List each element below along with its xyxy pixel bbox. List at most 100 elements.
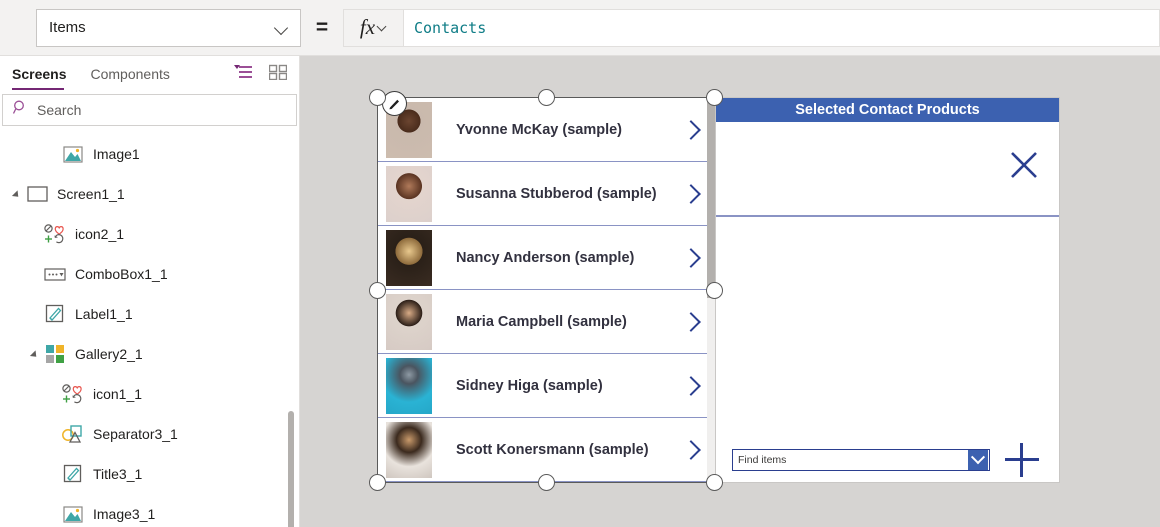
- chevron-right-icon[interactable]: [684, 439, 698, 461]
- combobox-icon: [44, 264, 66, 284]
- tree-item-label: Label1_1: [75, 306, 133, 322]
- chevron-down-icon: [276, 22, 288, 34]
- tree-item-label: Screen1_1: [57, 186, 125, 202]
- chevron-right-icon[interactable]: [684, 375, 698, 397]
- tree-view-icon[interactable]: [234, 64, 253, 85]
- contact-name: Sidney Higa (sample): [456, 377, 603, 394]
- tree-item-screen1_1[interactable]: Screen1_1: [0, 174, 299, 214]
- gallery-item[interactable]: Maria Campbell (sample): [378, 290, 716, 354]
- chevron-right-icon[interactable]: [684, 119, 698, 141]
- close-x-icon[interactable]: [1009, 150, 1039, 180]
- powerapps-studio: Items = fx Contacts Screens Components S…: [0, 0, 1160, 527]
- resize-handle-bottom-left[interactable]: [369, 474, 386, 491]
- icon-shapes-icon: [44, 224, 66, 244]
- resize-handle-bottom-center[interactable]: [538, 474, 555, 491]
- icon-shapes-icon: [62, 384, 84, 404]
- panel-body: Find items: [716, 122, 1059, 482]
- chevron-down-icon: [378, 23, 387, 32]
- contact-name: Nancy Anderson (sample): [456, 249, 635, 266]
- contact-avatar: [386, 421, 432, 478]
- twisty-expanded-icon[interactable]: [28, 346, 44, 362]
- image-icon: [62, 504, 84, 524]
- contact-name: Maria Campbell (sample): [456, 313, 627, 330]
- tab-components[interactable]: Components: [90, 56, 169, 92]
- tree-item-label: Image1: [93, 146, 140, 162]
- chevron-right-icon[interactable]: [684, 247, 698, 269]
- property-selector[interactable]: Items: [36, 8, 301, 47]
- sidebar-scrollbar-thumb[interactable]: [288, 411, 294, 527]
- gallery-item[interactable]: Susanna Stubberod (sample): [378, 162, 716, 226]
- tab-screens[interactable]: Screens: [12, 56, 66, 92]
- gallery-icon: [44, 344, 66, 364]
- tree-item-label: icon2_1: [75, 226, 125, 242]
- contact-name: Scott Konersmann (sample): [456, 441, 649, 458]
- plus-icon[interactable]: [1005, 443, 1039, 477]
- chevron-right-icon[interactable]: [684, 183, 698, 205]
- tree-item-label: Gallery2_1: [75, 346, 143, 362]
- gallery-item[interactable]: Sidney Higa (sample): [378, 354, 716, 418]
- tree-item-image3_1[interactable]: Image3_1: [0, 494, 299, 527]
- resize-handle-middle-left[interactable]: [369, 282, 386, 299]
- contact-avatar: [386, 293, 432, 350]
- tile-view-icon[interactable]: [268, 64, 288, 85]
- resize-handle-top-right[interactable]: [706, 89, 723, 106]
- tab-components-label: Components: [90, 66, 170, 82]
- tree-item-label: Title3_1: [93, 466, 143, 482]
- resize-handle-top-center[interactable]: [538, 89, 555, 106]
- contact-avatar: [386, 165, 432, 222]
- formula-input[interactable]: Contacts: [403, 8, 1160, 47]
- search-input[interactable]: Search: [2, 94, 297, 126]
- twisty-expanded-icon[interactable]: [10, 186, 26, 202]
- find-items-combobox[interactable]: Find items: [732, 449, 990, 471]
- tree-item-label: Image3_1: [93, 506, 156, 522]
- contact-name: Yvonne McKay (sample): [456, 121, 622, 138]
- formula-text: Contacts: [414, 18, 487, 37]
- component-tree: Image1 Screen1_1 icon2_1 ComboBox1_1 Label1_…: [0, 126, 299, 526]
- property-selector-value: Items: [49, 19, 86, 36]
- tree-item-gallery2_1[interactable]: Gallery2_1: [0, 334, 299, 374]
- tree-item-icon1_1[interactable]: icon1_1: [0, 374, 299, 414]
- equals-sign: =: [315, 15, 329, 39]
- sidebar-tabs: Screens Components: [0, 56, 299, 92]
- contact-avatar: [386, 357, 432, 414]
- gallery-control[interactable]: Yvonne McKay (sample) Susanna Stubberod (…: [377, 91, 717, 483]
- fx-button[interactable]: fx: [343, 8, 403, 47]
- resize-handle-top-left[interactable]: [369, 89, 386, 106]
- app-canvas: Yvonne McKay (sample) Susanna Stubberod (…: [300, 56, 1160, 527]
- contact-name: Susanna Stubberod (sample): [456, 185, 657, 202]
- tree-item-image1[interactable]: Image1: [0, 134, 299, 174]
- panel-title: Selected Contact Products: [716, 98, 1059, 122]
- selected-contact-products-panel: Selected Contact Products Find items: [715, 97, 1060, 483]
- label-icon: [44, 304, 66, 324]
- chevron-down-icon[interactable]: [968, 450, 988, 470]
- contact-avatar: [386, 229, 432, 286]
- gallery-item[interactable]: Nancy Anderson (sample): [378, 226, 716, 290]
- tree-item-label: icon1_1: [93, 386, 143, 402]
- tree-item-separator3_1[interactable]: Separator3_1: [0, 414, 299, 454]
- search-placeholder: Search: [37, 102, 82, 118]
- tree-item-title3_1[interactable]: Title3_1: [0, 454, 299, 494]
- gallery-item[interactable]: Yvonne McKay (sample): [378, 91, 716, 162]
- separator-icon: [62, 424, 84, 444]
- resize-handle-bottom-right[interactable]: [706, 474, 723, 491]
- panel-title-text: Selected Contact Products: [795, 102, 980, 118]
- gallery-item[interactable]: Scott Konersmann (sample): [378, 418, 716, 482]
- tab-screens-label: Screens: [12, 66, 67, 82]
- find-items-placeholder: Find items: [738, 454, 787, 466]
- tree-item-icon2_1[interactable]: icon2_1: [0, 214, 299, 254]
- view-toggle-group: [234, 64, 288, 85]
- chevron-right-icon[interactable]: [684, 311, 698, 333]
- tree-item-combobox1_1[interactable]: ComboBox1_1: [0, 254, 299, 294]
- resize-handle-middle-right[interactable]: [706, 282, 723, 299]
- formula-bar: Items = fx Contacts: [0, 0, 1160, 56]
- search-icon: [12, 100, 28, 120]
- tree-item-label: Separator3_1: [93, 426, 178, 442]
- tree-item-label1_1[interactable]: Label1_1: [0, 294, 299, 334]
